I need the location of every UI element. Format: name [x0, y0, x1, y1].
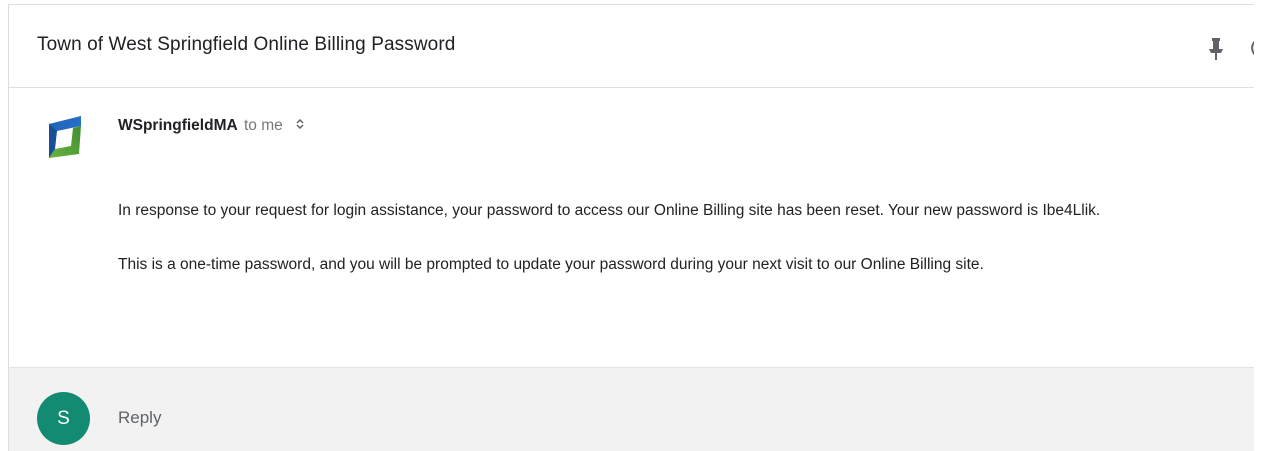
email-header: Town of West Springfield Online Billing … — [9, 5, 1254, 88]
sender-name[interactable]: WSpringfieldMA — [118, 117, 238, 134]
email-body-paragraph-2: This is a one-time password, and you wil… — [118, 256, 984, 273]
sender-logo-icon — [49, 116, 81, 158]
user-avatar: S — [37, 392, 90, 445]
sender-line: WSpringfieldMA to me — [118, 117, 305, 135]
email-subject: Town of West Springfield Online Billing … — [37, 34, 456, 55]
expand-details-icon[interactable] — [295, 117, 305, 131]
reply-bar[interactable]: S Reply — [9, 367, 1254, 451]
reply-button[interactable]: Reply — [118, 408, 161, 428]
recipient-text: to me — [244, 117, 283, 134]
email-body-paragraph-1: In response to your request for login as… — [118, 202, 1101, 219]
more-icon[interactable] — [1243, 36, 1254, 60]
pin-icon[interactable] — [1206, 35, 1226, 63]
email-view: Town of West Springfield Online Billing … — [8, 4, 1254, 451]
